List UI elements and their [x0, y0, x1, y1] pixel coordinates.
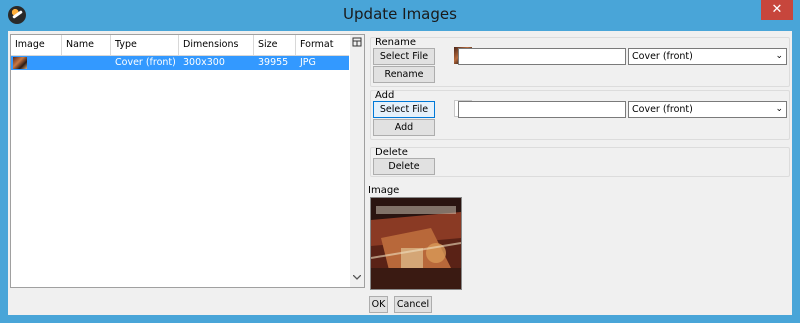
- rename-type-value: Cover (front): [632, 51, 693, 62]
- cell-name: [62, 56, 111, 70]
- column-header-name[interactable]: Name: [62, 35, 111, 55]
- column-header-size[interactable]: Size: [254, 35, 296, 55]
- add-group: Add Select File Cover (front) ⌄ Add: [370, 90, 790, 140]
- rename-group: Rename Select File Cover (front) ⌄ Renam…: [370, 37, 790, 87]
- chevron-down-icon: ⌄: [775, 104, 783, 114]
- close-button[interactable]: ✕: [761, 0, 793, 20]
- chevron-down-icon: ⌄: [775, 51, 783, 61]
- rename-button[interactable]: Rename: [373, 66, 435, 83]
- table-header: Image Name Type Dimensions Size Format: [11, 35, 349, 56]
- title-bar[interactable]: Update Images ✕: [0, 0, 800, 30]
- add-button[interactable]: Add: [373, 119, 435, 136]
- add-file-path-input[interactable]: [458, 101, 626, 118]
- column-header-image[interactable]: Image: [11, 35, 62, 55]
- cell-size: 39955: [258, 57, 289, 68]
- column-header-dimensions[interactable]: Dimensions: [179, 35, 254, 55]
- column-chooser-icon[interactable]: [350, 37, 364, 51]
- cover-image-preview: [370, 197, 462, 290]
- rename-select-file-button[interactable]: Select File: [373, 48, 435, 65]
- table-scrollbar[interactable]: [350, 34, 365, 288]
- delete-group: Delete Delete: [370, 147, 790, 177]
- column-header-format[interactable]: Format: [296, 35, 349, 55]
- rename-group-title: Rename: [375, 37, 417, 48]
- rename-type-select[interactable]: Cover (front) ⌄: [628, 48, 787, 65]
- images-table: Image Name Type Dimensions Size Format C…: [10, 34, 352, 288]
- scroll-down-icon[interactable]: [350, 272, 364, 286]
- add-group-title: Add: [375, 90, 395, 101]
- column-header-type[interactable]: Type: [111, 35, 179, 55]
- delete-button[interactable]: Delete: [373, 158, 435, 175]
- update-images-dialog: Update Images ✕ Image Name Type Dimensio…: [0, 0, 800, 323]
- dialog-body: Image Name Type Dimensions Size Format C…: [8, 31, 792, 315]
- table-row[interactable]: Cover (front) 300x300 39955 JPG: [11, 56, 349, 70]
- image-preview-label: Image: [368, 185, 400, 196]
- add-type-select[interactable]: Cover (front) ⌄: [628, 101, 787, 118]
- window-title: Update Images: [343, 5, 457, 23]
- rename-file-path-input[interactable]: [458, 48, 626, 65]
- add-select-file-button[interactable]: Select File: [373, 101, 435, 118]
- cell-format: JPG: [300, 57, 316, 68]
- ok-button[interactable]: OK: [369, 296, 388, 313]
- cell-type: Cover (front): [115, 57, 176, 68]
- delete-group-title: Delete: [375, 147, 408, 158]
- cell-dimensions: 300x300: [183, 57, 225, 68]
- cancel-button[interactable]: Cancel: [394, 296, 432, 313]
- add-type-value: Cover (front): [632, 104, 693, 115]
- cover-thumbnail-small: [13, 57, 27, 69]
